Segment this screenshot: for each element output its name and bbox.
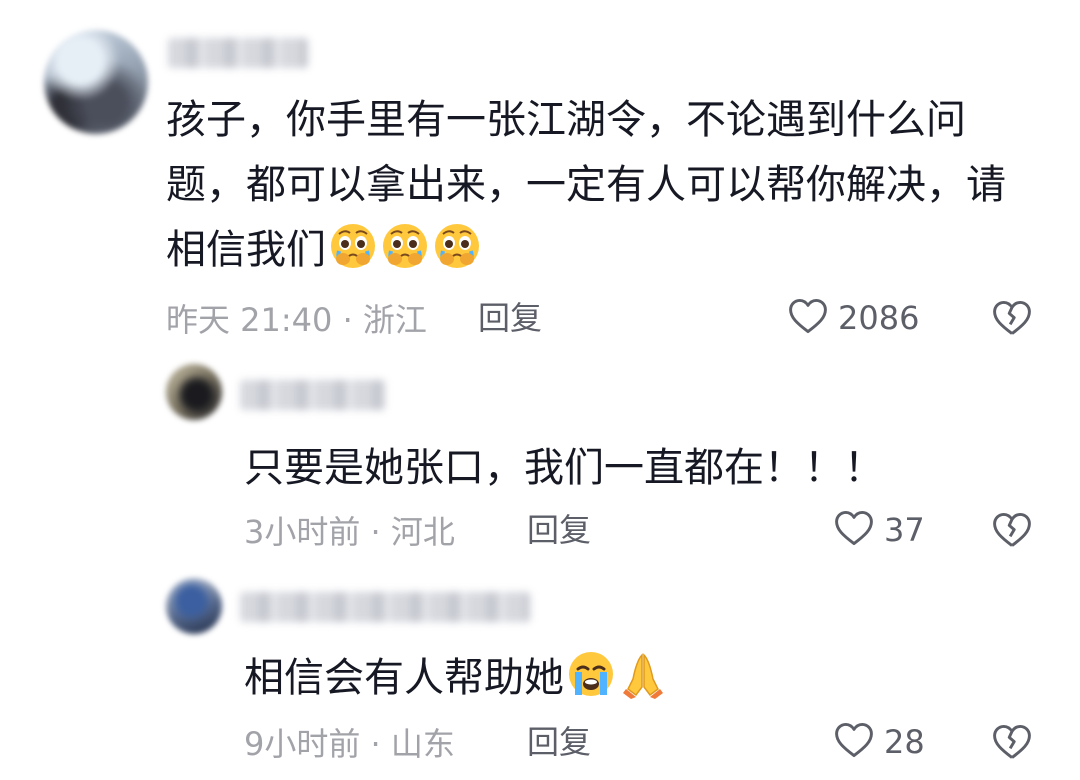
comment-meta: 9小时前 · 山东 xyxy=(244,725,455,763)
loudly-crying-face-emoji xyxy=(566,649,616,719)
broken-heart-icon xyxy=(990,724,1034,768)
pleading-face-crying-emoji xyxy=(380,221,430,291)
reply-button[interactable]: 回复 xyxy=(527,508,591,552)
dislike-button[interactable] xyxy=(990,720,1034,764)
reply-button[interactable]: 回复 xyxy=(478,296,542,340)
comment-body: 相信会有人帮助她 xyxy=(244,655,564,701)
dislike-button[interactable] xyxy=(990,508,1034,552)
like-button[interactable]: 28 xyxy=(832,720,925,764)
heart-outline-icon xyxy=(786,294,830,342)
avatar[interactable] xyxy=(44,30,148,134)
like-count: 37 xyxy=(884,511,925,549)
dislike-button[interactable] xyxy=(990,296,1034,340)
comment-meta: 3小时前 · 河北 xyxy=(244,513,455,551)
broken-heart-icon xyxy=(990,512,1034,556)
username-blurred[interactable] xyxy=(240,380,385,410)
comment-text: 相信会有人帮助她 xyxy=(244,646,1044,719)
username-blurred[interactable] xyxy=(240,592,530,622)
broken-heart-icon xyxy=(990,300,1034,344)
pleading-face-crying-emoji xyxy=(432,221,482,291)
comment-text: 只要是她张口，我们一直都在！！！ xyxy=(244,436,1044,501)
avatar[interactable] xyxy=(166,578,222,634)
like-button[interactable]: 2086 xyxy=(786,296,919,340)
comment-body: 孩子，你手里有一张江湖令，不论遇到什么问题，都可以拿出来，一定有人可以帮你解决，… xyxy=(166,97,1006,273)
like-button[interactable]: 37 xyxy=(832,508,925,552)
pleading-face-crying-emoji xyxy=(328,221,378,291)
heart-outline-icon xyxy=(832,718,876,766)
comment-meta: 昨天 21:40 · 浙江 xyxy=(166,301,427,339)
avatar[interactable] xyxy=(166,364,222,420)
reply-button[interactable]: 回复 xyxy=(527,720,591,764)
comment-text: 孩子，你手里有一张江湖令，不论遇到什么问题，都可以拿出来，一定有人可以帮你解决，… xyxy=(166,88,1036,291)
like-count: 28 xyxy=(884,723,925,761)
comment-body: 只要是她张口，我们一直都在！！！ xyxy=(244,445,884,491)
username-blurred[interactable] xyxy=(168,38,308,68)
like-count: 2086 xyxy=(838,299,920,337)
heart-outline-icon xyxy=(832,506,876,554)
folded-hands-emoji xyxy=(618,649,668,719)
